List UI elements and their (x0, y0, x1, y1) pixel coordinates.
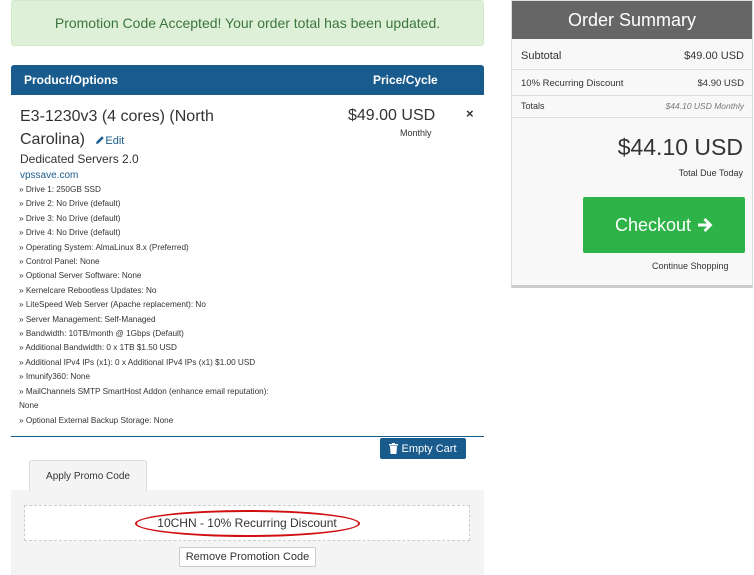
option-item: » Optional External Backup Storage: None (19, 415, 174, 425)
option-item: » Server Management: Self-Managed (19, 314, 156, 324)
product-options-list: » Drive 1: 250GB SSD » Drive 2: No Drive… (19, 183, 279, 428)
grand-total: $44.10 USD (617, 134, 743, 160)
option-item: » Optional Server Software: None (19, 271, 142, 281)
remove-item-close-icon[interactable]: × (466, 106, 474, 121)
edit-link[interactable]: Edit (95, 135, 124, 147)
divider (512, 95, 752, 96)
cart-item: E3-1230v3 (4 cores) (North Carolina) Edi… (11, 95, 484, 437)
order-summary-title: Order Summary (512, 1, 752, 39)
option-item: » Additional IPv4 IPs (x1): 0 x Addition… (19, 357, 256, 367)
subtotal-value: $49.00 USD (684, 50, 744, 62)
cart-table-header: Product/Options Price/Cycle (11, 65, 484, 95)
totals-value: $44.10 USD Monthly (665, 101, 744, 111)
empty-cart-button[interactable]: Empty Cart (380, 438, 466, 459)
option-item: » Additional Bandwidth: 0 x 1TB $1.50 US… (19, 343, 177, 353)
arrow-right-icon (698, 218, 713, 232)
summary-row-totals: Totals $44.10 USD Monthly (521, 101, 744, 111)
divider (512, 69, 752, 70)
tab-apply-promo-code[interactable]: Apply Promo Code (29, 460, 147, 491)
option-item: » Operating System: AlmaLinux 8.x (Prefe… (19, 242, 189, 252)
option-item: » Drive 4: No Drive (default) (19, 228, 121, 238)
empty-cart-label: Empty Cart (401, 442, 457, 455)
summary-title-text: Order Summary (567, 9, 697, 30)
pencil-icon (96, 136, 105, 144)
divider (512, 117, 752, 118)
continue-shopping-link[interactable]: Continue Shopping (652, 261, 729, 271)
item-title-block: E3-1230v3 (4 cores) (North Carolina) Edi… (20, 105, 270, 153)
promo-accepted-alert: Promotion Code Accepted! Your order tota… (11, 0, 484, 46)
product-group: Dedicated Servers 2.0 (20, 152, 139, 166)
item-billing-cycle: Monthly (400, 128, 432, 138)
total-due-today-label: Total Due Today (678, 168, 743, 178)
option-item: » Bandwidth: 10TB/month @ 1Gbps (Default… (19, 329, 184, 339)
header-product-options: Product/Options (24, 73, 118, 87)
option-item: » Kernelcare Rebootless Updates: No (19, 285, 157, 295)
summary-row-subtotal: Subtotal $49.00 USD (521, 50, 744, 62)
option-item: » Imunify360: None (19, 372, 91, 382)
totals-label: Totals (521, 101, 545, 111)
checkout-button[interactable]: Checkout (583, 197, 745, 253)
product-domain: vpssave.com (20, 170, 79, 181)
option-item: » Drive 1: 250GB SSD (19, 185, 101, 194)
header-price-cycle: Price/Cycle (373, 73, 438, 87)
edit-label: Edit (105, 135, 125, 147)
discount-label: 10% Recurring Discount (521, 78, 624, 89)
promo-tab-label: Apply Promo Code (46, 470, 130, 482)
applied-promo-box: 10CHN - 10% Recurring Discount (24, 505, 470, 541)
option-item: » Drive 2: No Drive (default) (19, 199, 121, 209)
summary-row-discount: 10% Recurring Discount $4.90 USD (521, 78, 744, 89)
subtotal-label: Subtotal (521, 50, 562, 62)
checkout-label: Checkout (614, 214, 692, 235)
option-item: » Drive 3: No Drive (default) (19, 213, 121, 223)
highlight-ellipse (135, 510, 360, 537)
option-item: » MailChannels SMTP SmartHost Addon (enh… (19, 386, 269, 411)
alert-message: Promotion Code Accepted! Your order tota… (54, 15, 441, 31)
trash-icon (389, 443, 399, 454)
remove-promo-label: Remove Promotion Code (185, 551, 310, 563)
option-item: » LiteSpeed Web Server (Apache replaceme… (19, 300, 206, 310)
remove-promotion-code-button[interactable]: Remove Promotion Code (179, 547, 316, 567)
item-price: $49.00 USD (348, 107, 436, 124)
discount-value: $4.90 USD (697, 78, 744, 89)
option-item: » Control Panel: None (19, 257, 100, 267)
order-summary-panel: Order Summary Subtotal $49.00 USD 10% Re… (511, 0, 753, 288)
